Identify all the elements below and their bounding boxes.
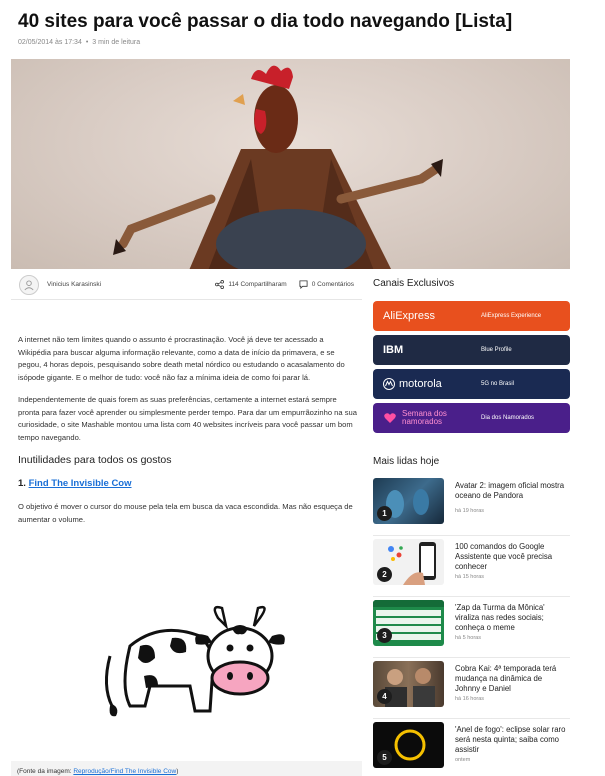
rank-number: 2 bbox=[377, 567, 392, 582]
channel-brand: motorola bbox=[399, 378, 442, 390]
motorola-logo-icon bbox=[383, 378, 395, 390]
comment-count: 0 Comentários bbox=[311, 281, 354, 288]
paragraph: Independentemente de quais forem as suas… bbox=[18, 394, 357, 442]
read-time: 3 min de leitura bbox=[92, 39, 141, 46]
channel-label: 5G no Brasil bbox=[481, 381, 515, 387]
list-item[interactable]: 2 100 comandos do Google Assistente que … bbox=[373, 539, 570, 597]
channel-brand-wrap: motorola bbox=[383, 378, 481, 390]
channel-namorados[interactable]: Semana dos namorados Dia dos Namorados bbox=[373, 403, 570, 433]
channel-brand: Semana dos namorados bbox=[402, 409, 447, 426]
channels-heading: Canais Exclusivos bbox=[373, 278, 455, 289]
comments-button[interactable]: 0 Comentários bbox=[299, 280, 354, 289]
item-number: 1. bbox=[18, 478, 26, 490]
paragraph: A internet não tem limites quando o assu… bbox=[18, 335, 345, 383]
share-button[interactable]: 114 Compartilharam bbox=[215, 280, 287, 289]
most-read-title[interactable]: Cobra Kai: 4ª temporada terá mudança na … bbox=[455, 664, 567, 694]
rank-number: 5 bbox=[377, 750, 392, 765]
image-credit-link[interactable]: Reprodução/Find The Invisible Cow bbox=[73, 768, 176, 775]
hero-image bbox=[11, 59, 570, 269]
thumbnail: 4 bbox=[373, 661, 444, 707]
section-heading: Inutilidades para todos os gostos bbox=[18, 453, 172, 466]
thumbnail: 3 bbox=[373, 600, 444, 646]
channel-label: AliExpress Experience bbox=[481, 313, 542, 319]
article-body: A internet não tem limites quando o assu… bbox=[18, 334, 358, 535]
most-read-title[interactable]: Avatar 2: imagem oficial mostra oceano d… bbox=[455, 481, 567, 501]
paragraph: O objetivo é mover o cursor do mouse pel… bbox=[18, 502, 353, 524]
author-name[interactable]: Vinicius Karasinski bbox=[47, 281, 215, 288]
author-bar: Vinicius Karasinski 114 Compartilharam 0… bbox=[11, 270, 362, 300]
article-title: 40 sites para você passar o dia todo nav… bbox=[18, 11, 513, 32]
thumbnail: 1 bbox=[373, 478, 444, 524]
channel-aliexpress[interactable]: AliExpress AliExpress Experience bbox=[373, 301, 570, 331]
article-date: 02/05/2014 às 17:34 bbox=[18, 39, 82, 46]
share-icon bbox=[215, 280, 225, 289]
most-read-title[interactable]: 'Zap da Turma da Mônica' viraliza nas re… bbox=[455, 603, 567, 633]
meta-separator: • bbox=[85, 39, 89, 46]
rank-number: 1 bbox=[377, 506, 392, 521]
item-link[interactable]: Find The Invisible Cow bbox=[29, 478, 132, 489]
channel-label: Dia dos Namorados bbox=[481, 415, 535, 421]
channel-label: Blue Profile bbox=[481, 347, 512, 353]
list-item[interactable]: 3 'Zap da Turma da Mônica' viraliza nas … bbox=[373, 600, 570, 658]
list-item[interactable]: 4 Cobra Kai: 4ª temporada terá mudança n… bbox=[373, 661, 570, 719]
most-read-time: ontem bbox=[455, 757, 471, 763]
cow-illustration bbox=[105, 605, 285, 717]
image-credit: (Fonte da imagem: Reprodução/Find The In… bbox=[11, 761, 362, 776]
heart-logo-icon bbox=[384, 413, 396, 423]
thumbnail: 2 bbox=[373, 539, 444, 585]
channel-ibm[interactable]: IBM Blue Profile bbox=[373, 335, 570, 365]
thumbnail: 5 bbox=[373, 722, 444, 768]
channel-brand: IBM bbox=[383, 344, 404, 356]
author-avatar-icon[interactable] bbox=[19, 274, 39, 295]
rank-number: 3 bbox=[377, 628, 392, 643]
most-read-title[interactable]: 100 comandos do Google Assistente que vo… bbox=[455, 542, 567, 572]
list-item[interactable]: 1 Avatar 2: imagem oficial mostra oceano… bbox=[373, 478, 570, 536]
most-read-heading: Mais lidas hoje bbox=[373, 456, 440, 467]
most-read-title[interactable]: 'Anel de fogo': eclipse solar raro será … bbox=[455, 725, 567, 755]
rank-number: 4 bbox=[377, 689, 392, 704]
share-count: 114 Compartilharam bbox=[228, 281, 287, 288]
channel-brand: AliExpress bbox=[383, 310, 435, 322]
most-read-time: há 16 horas bbox=[455, 696, 485, 702]
list-item-heading: 1. Find The Invisible Cow bbox=[18, 478, 358, 491]
article-meta: 02/05/2014 às 17:34 • 3 min de leitura bbox=[18, 39, 140, 46]
channel-brand-wrap: Semana dos namorados bbox=[383, 410, 481, 426]
most-read-time: há 19 horas bbox=[455, 508, 485, 514]
list-item[interactable]: 5 'Anel de fogo': eclipse solar raro ser… bbox=[373, 722, 570, 776]
channel-motorola[interactable]: motorola 5G no Brasil bbox=[373, 369, 570, 399]
most-read-time: há 5 horas bbox=[455, 635, 481, 641]
rooster-illustration bbox=[113, 65, 443, 269]
most-read-time: há 15 horas bbox=[455, 574, 485, 580]
comment-icon bbox=[299, 280, 308, 289]
